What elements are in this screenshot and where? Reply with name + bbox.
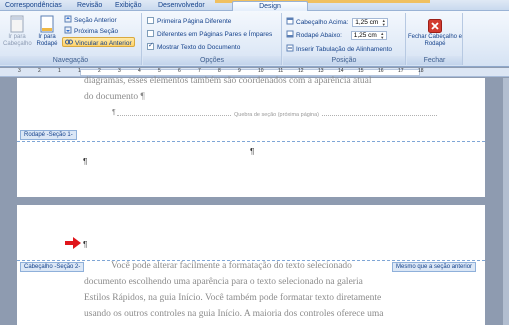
paragraph-mark: ¶ [83,157,88,166]
close-header-footer-button[interactable]: Fechar Cabeçalho e Rodapé [407,19,463,47]
ruler-number: 2 [38,68,41,74]
body-text-line: Estilos Rápidos, na guia Início. Você ta… [84,293,382,303]
vertical-scrollbar[interactable] [503,78,509,325]
footer-from-bottom-label: Rodapé Abaixo: [296,32,342,39]
ruler-number: 1 [58,68,61,74]
spinner-arrows-icon[interactable]: ▲ ▼ [379,32,386,40]
show-document-text-checkbox[interactable]: Mostrar Texto do Documento [147,41,241,53]
tab-exibição[interactable]: Exibição [115,1,141,11]
body-text-line: usando os outros controles na guia Iníci… [84,309,384,319]
section-break-label: Quebra de seção (próxima página) [232,111,321,119]
group-posicao-label: Posição [283,56,405,65]
insert-alignment-tab-button[interactable]: Inserir Tabulação de Alinhamento [286,44,392,54]
checkbox-icon [147,17,154,24]
next-section-icon [64,26,72,34]
link-to-previous-button[interactable]: Vincular ao Anterior [62,37,135,47]
group-fechar: Fechar Cabeçalho e Rodapé Fechar [407,13,463,65]
footer-boundary-line [17,141,485,142]
different-odd-even-checkbox[interactable]: Diferentes em Páginas Pares e Ímpares [147,30,272,40]
next-section-button[interactable]: Próxima Seção [64,26,118,36]
previous-section-button[interactable]: Seção Anterior [64,15,117,25]
tab-desenvolvedor[interactable]: Desenvolvedor [158,1,205,11]
header-position-icon [286,17,294,25]
checkbox-checked-icon [147,41,154,51]
go-to-footer-label: Ir para Rodapé [36,34,58,47]
paragraph-mark: ¶ [250,147,255,156]
footer-position-icon [286,30,294,38]
group-navegacao: Ir para Cabeçalho Ir para Rodapé Seção A… [0,13,142,65]
group-posicao: Cabeçalho Acima: 1,25 cm ▲ ▼ Rodapé Abaixo… [283,13,406,65]
show-document-text-label: Mostrar Texto do Documento [157,44,241,51]
close-header-footer-label: Fechar Cabeçalho e Rodapé [407,34,463,47]
paragraph-mark: ¶ [83,240,88,249]
page-2[interactable]: ¶ Cabeçalho -Seção 2- Mesmo que a seção … [17,205,485,325]
different-first-page-checkbox[interactable]: Primeira Página Diferente [147,17,231,27]
body-text-line: do documento ¶ [84,92,145,102]
tab-correspondências[interactable]: Correspondências [5,1,62,11]
header-from-top-input[interactable]: 1,25 cm ▲ ▼ [352,18,389,27]
section-break-marker: ¶ Quebra de seção (próxima página) [112,109,437,119]
header-section-2-tag: Cabeçalho -Seção 2- [20,262,85,272]
footer-from-bottom-value: 1,25 cm [353,32,377,39]
paragraph-mark: ¶ [112,109,116,116]
tab-design[interactable]: Design [232,1,308,11]
group-opcoes: Primeira Página Diferente Diferentes em … [143,13,282,65]
document-area[interactable]: diagramas, esses elementos também são co… [0,76,509,325]
checkbox-icon [147,30,154,37]
alignment-tab-icon [286,44,294,52]
tab-revisão[interactable]: Revisão [77,1,102,11]
previous-section-label: Seção Anterior [74,17,117,24]
go-to-footer-button[interactable]: Ir para Rodapé [33,15,61,47]
go-to-header-label: Ir para Cabeçalho [3,34,32,47]
ruler-number: 1 [78,68,81,74]
previous-section-icon [64,15,72,23]
red-arrow-icon [65,237,81,249]
footer-section-1-tag: Rodapé -Seção 1- [20,130,77,140]
link-icon [65,39,73,45]
ribbon-tab-bar: Correspondências Revisão Exibição Desenvolv… [0,0,509,11]
insert-alignment-tab-label: Inserir Tabulação de Alinhamento [296,46,392,53]
header-page-icon [10,15,24,33]
header-from-top-label: Cabeçalho Acima: [296,19,349,26]
header-from-top-row: Cabeçalho Acima: 1,25 cm ▲ ▼ [286,17,389,27]
body-text-line: Você pode alterar facilmente a formataçã… [111,261,352,271]
ruler-number: 3 [18,68,21,74]
spinner-arrows-icon[interactable]: ▲ ▼ [380,19,387,27]
footer-page-icon [40,15,54,33]
ribbon: Ir para Cabeçalho Ir para Rodapé Seção A… [0,11,509,67]
different-odd-even-label: Diferentes em Páginas Pares e Ímpares [157,31,273,38]
go-to-header-button[interactable]: Ir para Cabeçalho [3,15,32,47]
body-text-line: documento escolhendo uma aparência para … [84,277,363,287]
footer-from-bottom-input[interactable]: 1,25 cm ▲ ▼ [350,31,387,40]
footer-from-bottom-row: Rodapé Abaixo: 1,25 cm ▲ ▼ [286,30,387,40]
different-first-page-label: Primeira Página Diferente [157,18,232,25]
link-to-previous-label: Vincular ao Anterior [75,40,132,47]
page-1[interactable]: diagramas, esses elementos também são co… [17,76,485,197]
group-fechar-label: Fechar [407,56,462,65]
group-opcoes-label: Opções [143,56,281,65]
header-from-top-value: 1,25 cm [355,19,379,26]
body-text-line: diagramas, esses elementos também são co… [84,76,372,86]
close-icon [428,19,442,33]
next-section-label: Próxima Seção [74,28,119,35]
group-navegacao-label: Navegação [0,56,141,65]
